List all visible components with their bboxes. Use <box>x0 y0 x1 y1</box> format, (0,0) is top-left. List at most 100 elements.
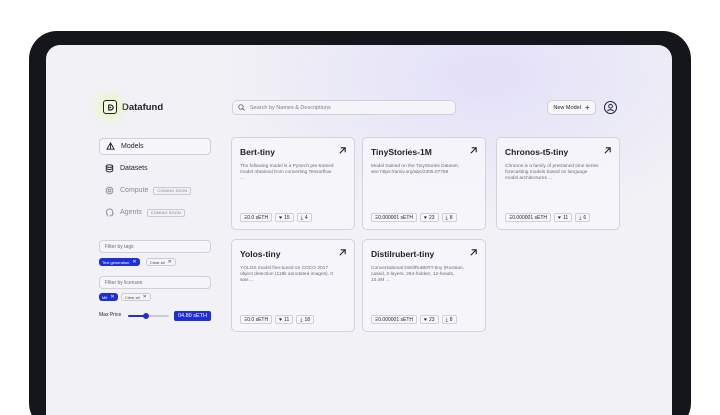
chip-icon <box>105 186 114 195</box>
tags-filter-placeholder: Filter by tags <box>105 243 134 250</box>
new-model-button[interactable]: New Model + <box>547 100 596 115</box>
downloads-stat[interactable]: ⤓ 6 <box>575 213 591 222</box>
model-card-yolos-tiny[interactable]: Yolos-tiny YOLOS model fine-tuned on COC… <box>231 239 355 332</box>
card-description: YOLOS model fine-tuned on COCO 2017 obje… <box>240 266 333 284</box>
card-stats: Ξ0.000001 sETH ♥ 23 ⤓ 8 <box>371 315 457 324</box>
close-icon[interactable]: ✕ <box>132 259 136 265</box>
sidebar-item-label: Models <box>121 143 144 150</box>
tags-filter-input[interactable]: Filter by tags <box>99 240 211 253</box>
max-price-label: Max Price <box>99 312 122 318</box>
downloads-count: 8 <box>449 316 453 323</box>
download-icon: ⤓ <box>579 214 582 221</box>
licenses-clear-all-button[interactable]: Clear all ✕ <box>121 293 151 301</box>
price-stat: Ξ0.0 sETH <box>240 213 273 222</box>
download-icon: ⤓ <box>300 214 303 221</box>
pyramid-icon <box>106 142 115 150</box>
downloads-count: 4 <box>304 214 308 221</box>
downloads-stat[interactable]: ⤓ 18 <box>296 315 315 324</box>
downloads-count: 6 <box>583 214 587 221</box>
price-value: Ξ0.0 sETH <box>244 316 269 323</box>
likes-stat[interactable]: ♥ 23 <box>420 315 439 324</box>
search-input[interactable]: Search by Names & Descriptions <box>232 100 456 115</box>
download-icon: ⤓ <box>300 316 303 323</box>
arrow-up-right-icon[interactable] <box>469 146 478 155</box>
sidebar-item-label: Agents <box>120 209 142 216</box>
downloads-stat[interactable]: ⤓ 4 <box>296 213 312 222</box>
datafund-logo-icon <box>103 100 117 114</box>
license-chip-mit[interactable]: Mit ✕ <box>99 293 118 301</box>
head-icon <box>105 208 114 217</box>
likes-stat[interactable]: ♥ 23 <box>420 213 439 222</box>
model-card-bert-tiny[interactable]: Bert-tiny The following model is a Pytor… <box>231 137 355 230</box>
card-title: Bert-tiny <box>240 147 275 157</box>
clear-all-label: Clear all <box>150 259 165 265</box>
sidebar-item-agents[interactable]: Agents COMING SOON <box>99 204 211 221</box>
sidebar-item-label: Compute <box>120 187 149 194</box>
price-stat: Ξ0.000001 sETH <box>371 213 417 222</box>
card-title: Chronos-t5-tiny <box>505 147 569 157</box>
coming-soon-badge: COMING SOON <box>153 186 192 195</box>
card-stats: Ξ0.000001 sETH ♥ 11 ⤓ 6 <box>505 213 591 222</box>
likes-count: 23 <box>428 214 435 221</box>
card-title: TinyStories-1M <box>371 147 432 157</box>
likes-stat[interactable]: ♥ 15 <box>275 213 294 222</box>
price-value: Ξ0.000001 sETH <box>375 316 413 323</box>
slider-thumb[interactable] <box>143 313 150 319</box>
model-card-chronos-t5-tiny[interactable]: Chronos-t5-tiny Chronos is a family of p… <box>496 137 620 230</box>
new-model-label: New Model <box>553 104 581 111</box>
max-price-slider[interactable] <box>128 313 169 319</box>
card-stats: Ξ0.000001 sETH ♥ 23 ⤓ 8 <box>371 213 457 222</box>
close-icon: ✕ <box>142 293 147 300</box>
card-title: Yolos-tiny <box>240 249 281 259</box>
likes-count: 15 <box>284 214 290 221</box>
card-description: Model trained on the TinyStories Dataset… <box>371 164 459 176</box>
close-icon[interactable]: ✕ <box>110 294 114 300</box>
licenses-filter-placeholder: Filter by licenses <box>105 279 143 286</box>
sidebar-item-models[interactable]: Models <box>99 138 211 155</box>
model-card-tinystories-1m[interactable]: TinyStories-1M Model trained on the Tiny… <box>362 137 486 230</box>
user-icon <box>606 103 615 112</box>
license-chip-label: Mit <box>102 294 108 300</box>
model-card-distilrubert-tiny[interactable]: Distilrubert-tiny Conversational DistilR… <box>362 239 486 332</box>
heart-icon: ♥ <box>424 316 427 323</box>
arrow-up-right-icon[interactable] <box>338 146 347 155</box>
card-title: Distilrubert-tiny <box>371 249 435 259</box>
user-avatar-button[interactable] <box>604 101 617 114</box>
tag-chip-text-generation[interactable]: Text generation ✕ <box>99 258 140 266</box>
price-stat: Ξ0.0 sETH <box>240 315 273 324</box>
app-name: Datafund <box>122 101 164 113</box>
likes-stat[interactable]: ♥ 11 <box>554 213 573 222</box>
downloads-count: 8 <box>449 214 453 221</box>
arrow-up-right-icon[interactable] <box>469 248 478 257</box>
download-icon: ⤓ <box>445 214 448 221</box>
tags-clear-all-button[interactable]: Clear all ✕ <box>146 258 176 266</box>
app-logo[interactable]: Datafund <box>103 100 163 114</box>
sidebar-item-compute[interactable]: Compute COMING SOON <box>99 182 211 199</box>
card-description: Chronos is a family of pretrained time s… <box>505 164 599 182</box>
arrow-up-right-icon[interactable] <box>338 248 347 257</box>
likes-count: 11 <box>284 316 290 323</box>
price-stat: Ξ0.000001 sETH <box>371 315 417 324</box>
sidebar-item-label: Datasets <box>120 165 148 172</box>
search-icon <box>238 104 245 111</box>
heart-icon: ♥ <box>279 316 283 323</box>
download-icon: ⤓ <box>445 316 448 323</box>
downloads-stat[interactable]: ⤓ 8 <box>441 315 457 324</box>
likes-stat[interactable]: ♥ 11 <box>275 315 294 324</box>
licenses-filter-input[interactable]: Filter by licenses <box>99 276 211 289</box>
price-value: Ξ0.0 sETH <box>244 214 269 221</box>
downloads-stat[interactable]: ⤓ 8 <box>441 213 457 222</box>
max-price-value: 04.80 sETH <box>174 311 211 321</box>
sidebar-item-datasets[interactable]: Datasets <box>99 160 211 177</box>
price-value: Ξ0.000001 sETH <box>509 214 547 221</box>
tag-chip-label: Text generation <box>102 259 130 265</box>
price-value: Ξ0.000001 sETH <box>375 214 413 221</box>
arrow-up-right-icon[interactable] <box>603 146 612 155</box>
downloads-count: 18 <box>304 316 311 323</box>
card-stats: Ξ0.0 sETH ♥ 11 ⤓ 18 <box>240 315 315 324</box>
close-icon: ✕ <box>167 258 172 265</box>
card-description: Conversational DistilRuBERT-tiny (Russia… <box>371 266 464 284</box>
clear-all-label: Clear all <box>125 294 140 300</box>
card-description: The following model is a Pytorch pre-tra… <box>240 164 334 182</box>
likes-count: 11 <box>562 214 569 221</box>
